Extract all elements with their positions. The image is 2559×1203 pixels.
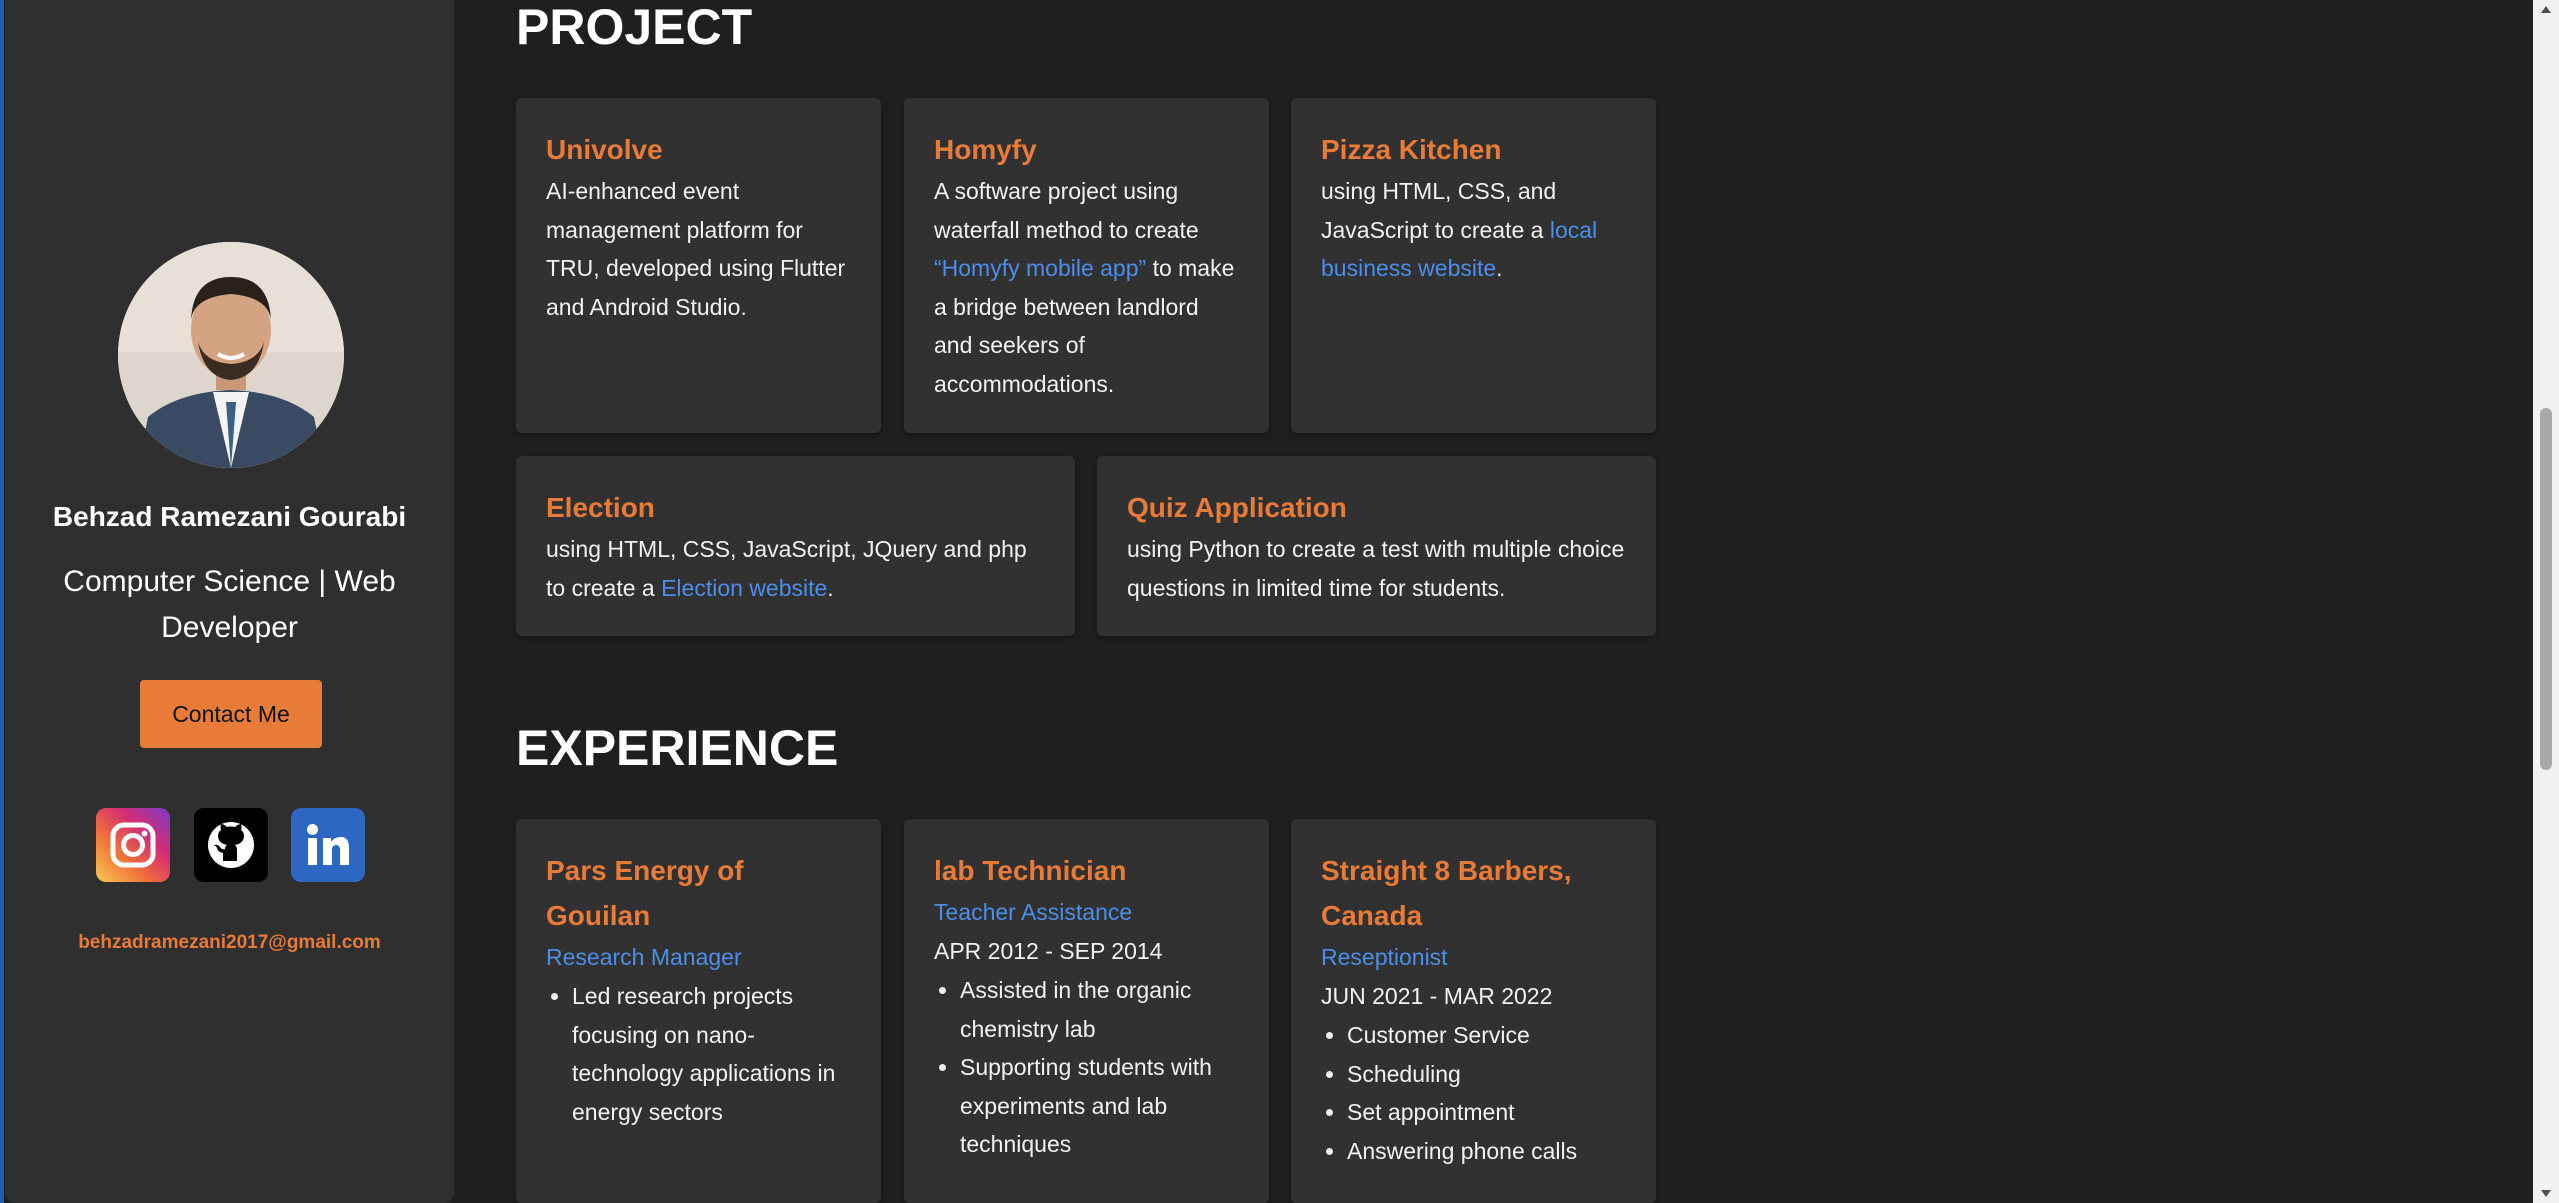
project-title: Univolve bbox=[546, 134, 663, 165]
description-text: A software project using waterfall metho… bbox=[934, 178, 1199, 243]
vertical-scrollbar[interactable] bbox=[2533, 0, 2559, 1203]
project-description: using Python to create a test with multi… bbox=[1127, 536, 1625, 601]
duty-item: Led research projects focusing on nano-t… bbox=[572, 977, 851, 1131]
duty-item: Scheduling bbox=[1347, 1055, 1626, 1094]
duty-item: Customer Service bbox=[1347, 1016, 1626, 1055]
election-website-link[interactable]: Election website bbox=[661, 575, 827, 601]
experience-title: Pars Energy of Gouilan bbox=[546, 855, 744, 931]
profile-photo bbox=[118, 242, 344, 468]
scrollbar-thumb[interactable] bbox=[2540, 408, 2552, 770]
experience-dates: JUN 2021 - MAR 2022 bbox=[1321, 983, 1553, 1009]
duty-item: Answering phone calls bbox=[1347, 1132, 1626, 1171]
project-title: Homyfy bbox=[934, 134, 1037, 165]
profile-name: Behzad Ramezani Gourabi bbox=[52, 501, 407, 532]
duty-item: Set appointment bbox=[1347, 1093, 1626, 1132]
linkedin-icon[interactable] bbox=[291, 808, 365, 882]
description-text: using HTML, CSS, and JavaScript to creat… bbox=[1321, 178, 1557, 243]
project-title: Pizza Kitchen bbox=[1321, 134, 1502, 165]
project-card-homyfy: Homyfy A software project using waterfal… bbox=[904, 98, 1269, 433]
experience-position: Reseptionist bbox=[1321, 944, 1448, 970]
duties-list: Led research projects focusing on nano-t… bbox=[546, 977, 851, 1131]
duty-item: Assisted in the organic chemistry lab bbox=[960, 971, 1239, 1048]
scroll-up-arrow-icon[interactable] bbox=[2541, 6, 2551, 13]
experience-heading: EXPERIENCE bbox=[516, 720, 839, 776]
experience-dates: APR 2012 - SEP 2014 bbox=[934, 938, 1163, 964]
email-address[interactable]: behzadramezani2017@gmail.com bbox=[5, 932, 454, 954]
project-card-quiz-application: Quiz Application using Python to create … bbox=[1097, 456, 1656, 636]
project-card-election: Election using HTML, CSS, JavaScript, JQ… bbox=[516, 456, 1075, 636]
project-title: Election bbox=[546, 492, 655, 523]
project-card-univolve: Univolve AI-enhanced event management pl… bbox=[516, 98, 881, 433]
project-title: Quiz Application bbox=[1127, 492, 1347, 523]
duty-item: Supporting students with experiments and… bbox=[960, 1048, 1239, 1164]
profile-role: Computer Science | Web Developer bbox=[63, 565, 396, 644]
scroll-down-arrow-icon[interactable] bbox=[2541, 1190, 2551, 1197]
experience-card-lab-technician: lab Technician Teacher Assistance APR 20… bbox=[904, 819, 1269, 1203]
instagram-icon[interactable] bbox=[96, 808, 170, 882]
project-description: using HTML, CSS, and JavaScript to creat… bbox=[1321, 172, 1626, 288]
project-card-pizza-kitchen: Pizza Kitchen using HTML, CSS, and JavaS… bbox=[1291, 98, 1656, 433]
description-text: . bbox=[827, 574, 834, 601]
github-icon[interactable] bbox=[194, 808, 268, 882]
duties-list: Customer Service Scheduling Set appointm… bbox=[1321, 1016, 1626, 1170]
experience-title: lab Technician bbox=[934, 855, 1127, 886]
experience-position: Research Manager bbox=[546, 944, 742, 970]
sidebar: Behzad Ramezani Gourabi Computer Science… bbox=[5, 0, 454, 1203]
project-heading: PROJECT bbox=[516, 0, 753, 55]
homyfy-app-link[interactable]: “Homyfy mobile app” bbox=[934, 255, 1146, 281]
window-edge bbox=[0, 0, 4, 1203]
experience-position: Teacher Assistance bbox=[934, 899, 1133, 925]
project-description: using HTML, CSS, JavaScript, JQuery and … bbox=[546, 530, 1045, 607]
project-description: A software project using waterfall metho… bbox=[934, 172, 1239, 403]
duties-list: Assisted in the organic chemistry lab Su… bbox=[934, 971, 1239, 1164]
experience-card-pars-energy: Pars Energy of Gouilan Research Manager … bbox=[516, 819, 881, 1203]
project-description: AI-enhanced event management platform fo… bbox=[546, 178, 846, 320]
experience-title: Straight 8 Barbers, Canada bbox=[1321, 855, 1572, 931]
experience-card-straight-8-barbers: Straight 8 Barbers, Canada Reseptionist … bbox=[1291, 819, 1656, 1203]
description-text: . bbox=[1496, 255, 1503, 281]
contact-me-button[interactable]: Contact Me bbox=[140, 680, 322, 748]
